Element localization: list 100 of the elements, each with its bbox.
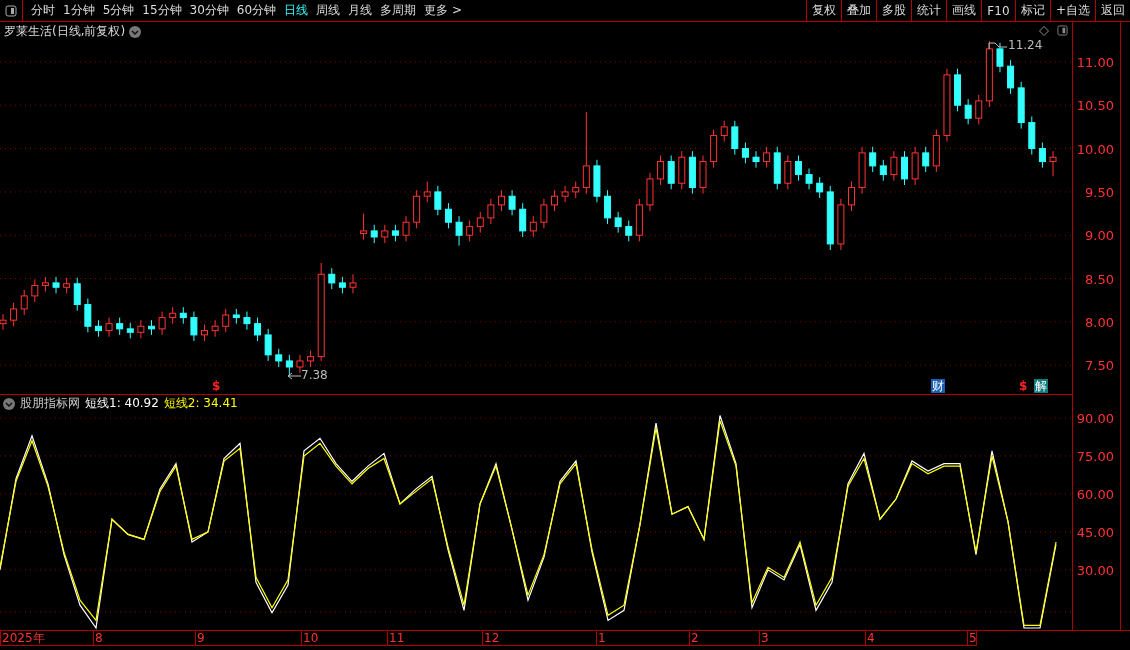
event-marker[interactable]: $ bbox=[1018, 379, 1029, 393]
axis-label: 9.00 bbox=[1085, 227, 1114, 243]
candlestick bbox=[964, 98, 972, 125]
event-marker[interactable]: 财 bbox=[931, 379, 945, 393]
candlestick bbox=[391, 224, 399, 242]
low-price-label: 7.38 bbox=[301, 368, 328, 382]
candlestick bbox=[381, 224, 389, 244]
candlestick bbox=[487, 198, 495, 225]
period-tab[interactable]: 月线 bbox=[344, 2, 377, 19]
axis-label: 8.50 bbox=[1085, 271, 1114, 287]
candlestick bbox=[137, 319, 145, 339]
candlestick bbox=[561, 185, 569, 203]
candlestick bbox=[837, 198, 845, 251]
candlestick bbox=[667, 155, 675, 190]
candlestick bbox=[232, 308, 240, 325]
date-label: 1 bbox=[596, 631, 606, 645]
date-label: 3 bbox=[759, 631, 769, 645]
candlestick bbox=[349, 273, 357, 294]
candlestick bbox=[572, 181, 580, 199]
candlestick bbox=[105, 317, 113, 338]
period-tab[interactable]: 1分钟 bbox=[59, 2, 99, 19]
candlestick bbox=[911, 146, 919, 186]
dropdown-icon[interactable] bbox=[3, 397, 15, 410]
candlestick bbox=[370, 224, 378, 244]
date-label: 5 bbox=[967, 631, 977, 645]
candlestick bbox=[741, 142, 749, 164]
candlestick bbox=[41, 276, 49, 293]
axis-label: 8.00 bbox=[1085, 314, 1114, 330]
candlestick bbox=[975, 94, 983, 125]
candlestick bbox=[604, 189, 612, 225]
candlestick bbox=[169, 306, 177, 325]
axis-label: 11.00 bbox=[1076, 54, 1114, 70]
candlestick bbox=[593, 159, 601, 203]
leader-line bbox=[988, 42, 1008, 50]
event-marker[interactable]: $ bbox=[211, 379, 222, 393]
candlestick bbox=[444, 202, 452, 229]
period-tab[interactable]: 30分钟 bbox=[185, 2, 233, 19]
chart-title: 罗莱生活(日线,前复权) bbox=[4, 23, 126, 40]
toolbar-button[interactable]: 复权 bbox=[805, 0, 841, 21]
candlestick bbox=[646, 172, 654, 212]
candlestick bbox=[296, 354, 304, 374]
candlestick bbox=[275, 348, 283, 368]
candlestick bbox=[932, 129, 940, 173]
toolbar-button[interactable]: 返回 bbox=[1095, 0, 1130, 21]
toolbar-button[interactable]: 统计 bbox=[910, 0, 946, 21]
candlestick bbox=[540, 198, 548, 229]
candlestick bbox=[784, 155, 792, 190]
date-label: 4 bbox=[865, 631, 875, 645]
candlestick bbox=[890, 150, 898, 182]
period-tab[interactable]: 15分钟 bbox=[138, 2, 186, 19]
toolbar-button[interactable]: 画线 bbox=[945, 0, 981, 21]
date-label: 2 bbox=[689, 631, 699, 645]
period-tab[interactable]: 更多 > bbox=[420, 2, 466, 19]
candlestick bbox=[848, 181, 855, 212]
candlestick bbox=[434, 185, 442, 216]
period-tab[interactable]: 日线 bbox=[280, 2, 313, 19]
period-tab[interactable]: 5分钟 bbox=[98, 2, 139, 19]
event-marker[interactable]: 解 bbox=[1034, 379, 1048, 393]
candlestick bbox=[94, 319, 102, 338]
candlestick bbox=[158, 311, 166, 336]
toolbar-button[interactable]: 叠加 bbox=[840, 0, 876, 21]
candlestick bbox=[10, 302, 18, 327]
candlestick bbox=[307, 350, 315, 368]
candlestick bbox=[996, 42, 1004, 73]
candlestick bbox=[519, 202, 527, 238]
arrow-icon bbox=[287, 372, 301, 380]
candlestick bbox=[1038, 142, 1046, 169]
date-label: 2025年 bbox=[0, 631, 45, 645]
candlestick bbox=[190, 311, 198, 342]
period-tab[interactable]: 多周期 bbox=[376, 2, 421, 19]
toolbar-button[interactable]: F10 bbox=[980, 0, 1015, 21]
toolbar-button[interactable]: 多股 bbox=[875, 0, 911, 21]
candlestick bbox=[826, 185, 834, 251]
candlestick bbox=[635, 198, 643, 242]
toolbar-button[interactable]: +自选 bbox=[1049, 0, 1095, 21]
candlestick bbox=[720, 120, 728, 143]
date-label: 10 bbox=[301, 631, 319, 645]
candlestick bbox=[338, 276, 346, 294]
candlestick bbox=[688, 150, 696, 195]
candlestick bbox=[773, 146, 781, 190]
candlestick bbox=[211, 319, 219, 338]
candlestick bbox=[1007, 59, 1015, 95]
axis-label: 75.00 bbox=[1076, 448, 1114, 464]
candlestick bbox=[869, 146, 877, 173]
panel-toggle-icon[interactable] bbox=[1057, 25, 1068, 36]
candlestick bbox=[901, 150, 908, 186]
candlestick bbox=[614, 211, 622, 234]
candlestick bbox=[954, 68, 962, 112]
axis-label: 90.00 bbox=[1076, 410, 1114, 426]
candlestick bbox=[657, 155, 665, 186]
candlestick bbox=[529, 215, 537, 238]
period-tab[interactable]: 60分钟 bbox=[232, 2, 281, 19]
panel-toggle-icon[interactable] bbox=[5, 4, 17, 17]
toolbar-button[interactable]: 标记 bbox=[1014, 0, 1050, 21]
candlestick bbox=[73, 277, 81, 312]
dropdown-icon[interactable] bbox=[129, 25, 142, 38]
candlestick bbox=[402, 215, 410, 242]
period-tab[interactable]: 分时 bbox=[27, 2, 59, 19]
candlestick bbox=[116, 317, 124, 336]
period-tab[interactable]: 周线 bbox=[312, 2, 345, 19]
